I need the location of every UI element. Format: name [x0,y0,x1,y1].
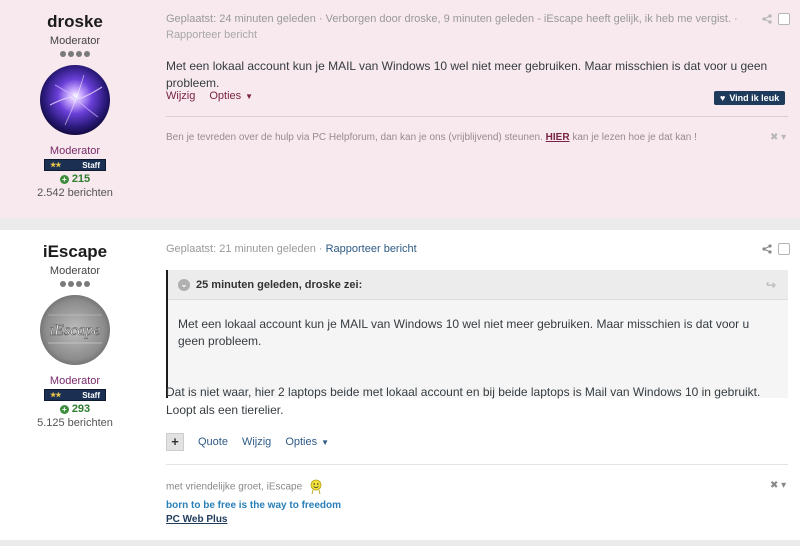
post-content: Geplaatst: 24 minuten geleden · Verborge… [166,0,800,218]
signature-text-end: kan je lezen hoe je dat kan ! [572,132,697,143]
staff-badge: ★★ Staff [44,159,106,171]
signature-greeting: met vriendelijke groet, iEscape [166,481,303,493]
options-menu[interactable]: Opties ▼ [209,90,253,102]
quote-link[interactable]: Quote [198,436,228,448]
rank-pips [0,281,150,287]
reputation: +215 [0,173,150,185]
post-droske: droske Moderator Moderator ★★ Staff + 21… [0,0,800,218]
post-meta: Geplaatst: 24 minuten geleden · Verborge… [166,11,756,43]
signature: Ben je tevreden over de hulp via PC Help… [166,131,756,145]
signature: met vriendelijke groet, iEscape born to … [166,479,566,527]
heart-icon: ♥ [720,93,726,103]
edit-link[interactable]: Wijzig [166,90,195,102]
report-link[interactable]: Rapporteer bericht [166,29,257,41]
post-meta-text: Geplaatst: 24 minuten geleden · Verborge… [166,13,738,25]
caret-down-icon: ▼ [245,92,254,101]
author-name[interactable]: droske [0,12,150,32]
post-count: 2.542 berichten [37,187,113,199]
avatar[interactable] [40,65,110,135]
author-name[interactable]: iEscape [0,242,150,262]
author-panel: droske Moderator Moderator ★★ Staff + 21… [0,0,150,218]
post-iescape: iEscape Moderator iEscape Moderator ★★ St… [0,230,800,540]
group-name: Moderator [49,375,101,387]
close-icon[interactable]: ✖ ▾ [770,132,786,143]
rank-pips [0,51,150,57]
select-checkbox[interactable] [778,13,790,25]
post-actions: Quote Wijzig Opties ▼ [198,436,329,448]
post-content-lower: Dat is niet waar, hier 2 laptops beide m… [166,230,800,540]
close-icon[interactable]: ✖ ▾ [770,480,786,491]
like-button[interactable]: ♥ Vind ik leuk [714,91,786,105]
edit-link[interactable]: Wijzig [242,436,271,448]
options-menu[interactable]: Opties ▼ [285,436,329,448]
author-title: Moderator [49,265,101,277]
group-name: Moderator [49,145,101,157]
reputation-icon: + [59,174,69,184]
reputation-icon: + [59,404,69,414]
post-count: 5.125 berichten [37,417,113,429]
author-title: Moderator [49,35,101,47]
avatar[interactable]: iEscape [40,295,110,365]
svg-text:iEscape: iEscape [50,322,101,339]
signature-link[interactable]: PC Web Plus [166,513,566,527]
reputation: +293 [0,403,150,415]
share-icon[interactable] [762,14,772,24]
caret-down-icon: ▼ [321,438,330,447]
post-body-line1: Dat is niet waar, hier 2 laptops beide m… [166,385,761,399]
staff-badge: ★★ Staff [44,389,106,401]
post-actions: Wijzig Opties ▼ [166,90,253,102]
signature-text: Ben je tevreden over de hulp via PC Help… [166,132,543,143]
multiquote-button[interactable]: + [166,433,184,451]
smiley-icon [310,479,322,495]
author-panel: iEscape Moderator iEscape Moderator ★★ St… [0,230,150,540]
post-body: Met een lokaal account kun je MAIL van W… [166,59,768,90]
signature-link[interactable]: HIER [546,132,570,143]
signature-divider [166,464,788,465]
signature-divider [166,116,788,117]
post-body-line2: Loopt als een tierelier. [166,403,284,417]
signature-motto: born to be free is the way to freedom [166,500,342,511]
